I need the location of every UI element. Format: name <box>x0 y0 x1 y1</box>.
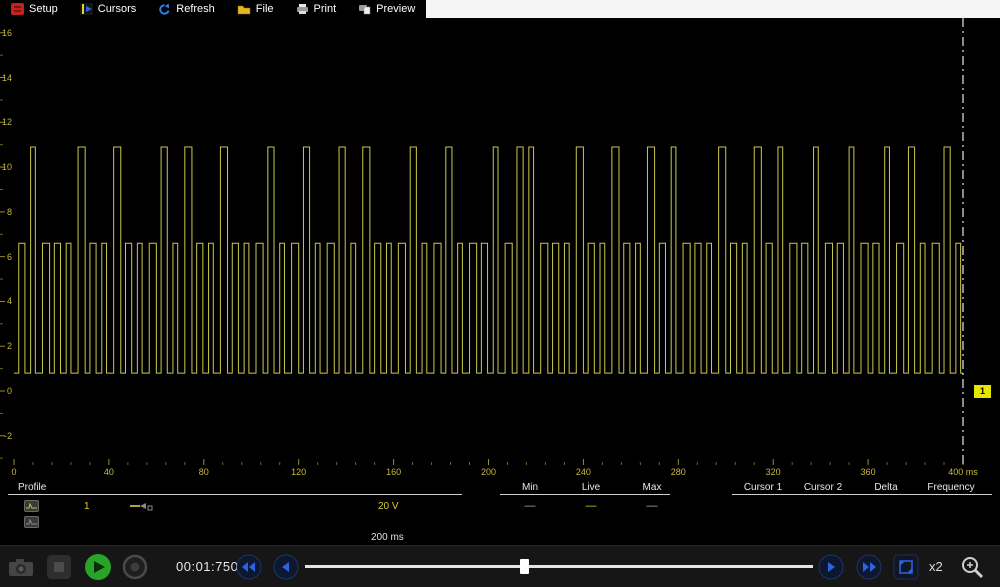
divider <box>500 494 670 495</box>
playback-controls: 00:01:750 x2 <box>0 545 1000 587</box>
zoom-button[interactable] <box>958 553 986 581</box>
menubar-spacer <box>426 0 1000 18</box>
x-axis-label: 320 <box>766 467 781 477</box>
y-axis-label: 0 <box>0 386 12 396</box>
menu-print-label: Print <box>314 3 337 15</box>
x-axis-label: 240 <box>576 467 591 477</box>
measurements-panel: Profile Min Live Max Cursor 1 Cursor 2 D… <box>0 480 1000 545</box>
menu-setup[interactable]: Setup <box>0 0 69 18</box>
menu-cursors-label: Cursors <box>98 3 137 15</box>
x-axis-label: 160 <box>386 467 401 477</box>
menu-setup-label: Setup <box>29 3 58 15</box>
channel1-range[interactable]: 20 V <box>378 501 399 512</box>
y-axis-label: 8 <box>0 207 12 217</box>
delta-header: Delta <box>874 482 897 493</box>
fast-forward-button[interactable] <box>856 554 882 580</box>
menu-file-label: File <box>256 3 274 15</box>
channel1-number: 1 <box>84 501 90 512</box>
time-display: 00:01:750 <box>176 559 238 574</box>
menu-cursors[interactable]: Cursors <box>69 0 148 18</box>
menu-bar: Setup Cursors Refresh File Print Preview <box>0 0 1000 18</box>
profile-header: Profile <box>18 482 46 493</box>
channel2-settings-button[interactable] <box>24 515 39 533</box>
menu-preview-label: Preview <box>376 3 415 15</box>
waveform-canvas[interactable] <box>0 18 1000 465</box>
min-header: Min <box>522 482 538 493</box>
x-axis-label: 40 <box>104 467 114 477</box>
y-axis-label: 10 <box>0 162 12 172</box>
x-axis-label: 80 <box>199 467 209 477</box>
rewind-button[interactable] <box>236 554 262 580</box>
timeline-slider-handle[interactable] <box>520 559 529 574</box>
menu-print[interactable]: Print <box>285 0 348 18</box>
channel-marker[interactable]: 1 <box>974 385 991 398</box>
print-preview-icon <box>358 3 371 15</box>
y-axis-label: 4 <box>0 296 12 306</box>
record-button[interactable] <box>122 554 148 580</box>
snapshot-button[interactable] <box>8 557 34 577</box>
menu-file[interactable]: File <box>226 0 285 18</box>
divider <box>732 494 992 495</box>
setup-icon <box>11 3 24 15</box>
probe-icon <box>130 499 154 517</box>
frequency-header: Frequency <box>927 482 974 493</box>
oscilloscope-app: Setup Cursors Refresh File Print Preview… <box>0 0 1000 587</box>
step-forward-button[interactable] <box>818 554 844 580</box>
printer-icon <box>296 3 309 15</box>
cursor2-header: Cursor 2 <box>804 482 842 493</box>
menu-refresh[interactable]: Refresh <box>147 0 226 18</box>
folder-icon <box>237 4 251 15</box>
waveform-plot[interactable]: 1 1614121086420-204080120160200240280320… <box>0 18 1000 465</box>
x-axis-label: 400 ms <box>948 467 978 477</box>
zoom-factor-label: x2 <box>929 559 943 574</box>
y-axis-label: -2 <box>0 431 12 441</box>
menu-preview[interactable]: Preview <box>347 0 426 18</box>
play-button[interactable] <box>84 553 112 581</box>
x-axis-label: 0 <box>11 467 16 477</box>
stop-button[interactable] <box>46 554 72 580</box>
cursors-icon <box>80 3 93 15</box>
x-axis-label: 280 <box>671 467 686 477</box>
refresh-icon <box>158 3 171 16</box>
timebase-value[interactable]: 200 ms <box>371 532 404 543</box>
channel1-min-value: — <box>525 500 536 512</box>
step-back-button[interactable] <box>273 554 299 580</box>
y-axis-label: 16 <box>0 28 12 38</box>
channel1-live-value: — <box>586 500 597 512</box>
x-axis-label: 360 <box>861 467 876 477</box>
live-header: Live <box>582 482 600 493</box>
y-axis-label: 6 <box>0 252 12 262</box>
y-axis-label: 2 <box>0 341 12 351</box>
cursor1-header: Cursor 1 <box>744 482 782 493</box>
waveform-trace <box>14 147 963 373</box>
divider <box>8 494 462 495</box>
zoom-mode-button[interactable] <box>893 554 919 580</box>
max-header: Max <box>643 482 662 493</box>
menu-refresh-label: Refresh <box>176 3 215 15</box>
x-axis-label: 120 <box>291 467 306 477</box>
timeline-slider-track[interactable] <box>305 565 813 568</box>
channel1-max-value: — <box>647 500 658 512</box>
x-axis-label: 200 <box>481 467 496 477</box>
y-axis-label: 14 <box>0 73 12 83</box>
y-axis-label: 12 <box>0 117 12 127</box>
